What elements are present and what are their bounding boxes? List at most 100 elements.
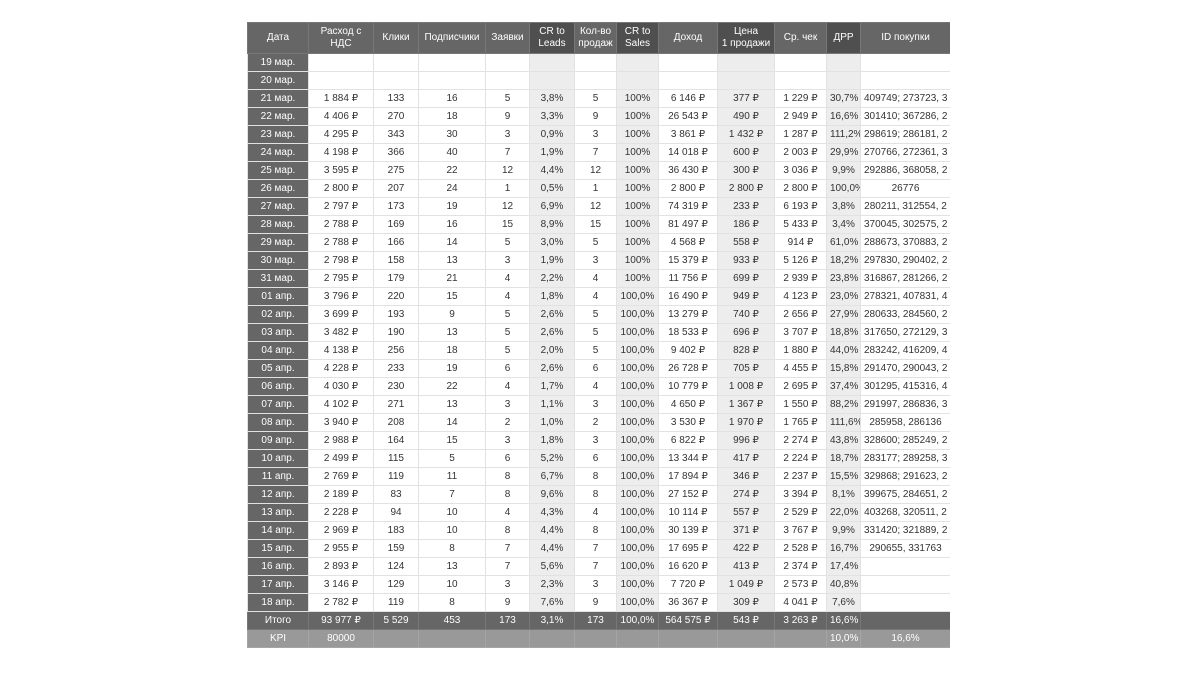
data-cell[interactable]: 6 bbox=[574, 449, 617, 468]
data-cell[interactable]: 2 939 ₽ bbox=[774, 269, 827, 288]
data-cell[interactable]: 4,4% bbox=[529, 161, 575, 180]
row-date-cell[interactable]: 16 апр. bbox=[247, 557, 309, 576]
data-cell[interactable] bbox=[826, 71, 861, 90]
data-cell[interactable]: 15,8% bbox=[826, 359, 861, 378]
row-date-cell[interactable]: 21 мар. bbox=[247, 89, 309, 108]
data-cell[interactable]: 100,0% bbox=[616, 341, 659, 360]
data-cell[interactable] bbox=[774, 71, 827, 90]
data-cell[interactable]: 100% bbox=[616, 197, 659, 216]
data-cell[interactable]: 7 bbox=[574, 143, 617, 162]
data-cell[interactable]: 13 bbox=[418, 557, 486, 576]
data-cell[interactable]: 933 ₽ bbox=[717, 251, 775, 270]
total-cell[interactable]: 173 bbox=[574, 611, 617, 630]
data-cell[interactable]: 100,0% bbox=[616, 449, 659, 468]
data-cell[interactable] bbox=[826, 53, 861, 72]
data-cell[interactable]: 2 237 ₽ bbox=[774, 467, 827, 486]
data-cell[interactable]: 3,0% bbox=[529, 233, 575, 252]
data-cell[interactable]: 3,8% bbox=[826, 197, 861, 216]
data-cell[interactable]: 3 394 ₽ bbox=[774, 485, 827, 504]
data-cell[interactable]: 100% bbox=[616, 125, 659, 144]
data-cell[interactable] bbox=[373, 71, 419, 90]
kpi-cell[interactable] bbox=[373, 629, 419, 648]
data-cell[interactable]: 14 bbox=[418, 233, 486, 252]
purchase-ids-cell[interactable]: 292886, 368058, 2 bbox=[860, 161, 950, 180]
data-cell[interactable]: 8 bbox=[574, 521, 617, 540]
data-cell[interactable]: 16 490 ₽ bbox=[658, 287, 718, 306]
data-cell[interactable]: 5 bbox=[485, 341, 530, 360]
data-cell[interactable]: 3 036 ₽ bbox=[774, 161, 827, 180]
total-cell[interactable]: 3 263 ₽ bbox=[774, 611, 827, 630]
data-cell[interactable]: 8 bbox=[574, 485, 617, 504]
data-cell[interactable]: 1 367 ₽ bbox=[717, 395, 775, 414]
data-cell[interactable]: 16 620 ₽ bbox=[658, 557, 718, 576]
kpi-cell[interactable] bbox=[574, 629, 617, 648]
data-cell[interactable]: 159 bbox=[373, 539, 419, 558]
data-cell[interactable]: 6 822 ₽ bbox=[658, 431, 718, 450]
data-cell[interactable]: 10 bbox=[418, 575, 486, 594]
data-cell[interactable]: 256 bbox=[373, 341, 419, 360]
data-cell[interactable]: 4 bbox=[485, 503, 530, 522]
data-cell[interactable]: 5 bbox=[574, 341, 617, 360]
data-cell[interactable]: 100,0% bbox=[616, 539, 659, 558]
data-cell[interactable]: 5 bbox=[485, 233, 530, 252]
data-cell[interactable]: 4 bbox=[574, 269, 617, 288]
data-cell[interactable]: 2,2% bbox=[529, 269, 575, 288]
data-cell[interactable]: 1,1% bbox=[529, 395, 575, 414]
row-date-cell[interactable]: 04 апр. bbox=[247, 341, 309, 360]
purchase-ids-cell[interactable]: 409749; 273723, 3 bbox=[860, 89, 950, 108]
row-date-cell[interactable]: 27 мар. bbox=[247, 197, 309, 216]
row-date-cell[interactable]: 13 апр. bbox=[247, 503, 309, 522]
data-cell[interactable]: 1 884 ₽ bbox=[308, 89, 374, 108]
data-cell[interactable]: 8 bbox=[418, 593, 486, 612]
data-cell[interactable]: 11 756 ₽ bbox=[658, 269, 718, 288]
data-cell[interactable]: 7 bbox=[418, 485, 486, 504]
data-cell[interactable]: 696 ₽ bbox=[717, 323, 775, 342]
data-cell[interactable]: 100,0% bbox=[616, 359, 659, 378]
data-cell[interactable]: 1,7% bbox=[529, 377, 575, 396]
data-cell[interactable]: 133 bbox=[373, 89, 419, 108]
data-cell[interactable]: 111,6% bbox=[826, 413, 861, 432]
data-cell[interactable]: 2 374 ₽ bbox=[774, 557, 827, 576]
row-date-cell[interactable]: 12 апр. bbox=[247, 485, 309, 504]
data-cell[interactable]: 179 bbox=[373, 269, 419, 288]
row-date-cell[interactable]: 03 апр. bbox=[247, 323, 309, 342]
row-date-cell[interactable]: 31 мар. bbox=[247, 269, 309, 288]
data-cell[interactable] bbox=[529, 71, 575, 90]
data-cell[interactable]: 4 138 ₽ bbox=[308, 341, 374, 360]
row-date-cell[interactable]: 07 апр. bbox=[247, 395, 309, 414]
data-cell[interactable]: 4 102 ₽ bbox=[308, 395, 374, 414]
kpi-cell[interactable]: 16,6% bbox=[860, 629, 950, 648]
data-cell[interactable]: 2 003 ₽ bbox=[774, 143, 827, 162]
data-cell[interactable]: 3 707 ₽ bbox=[774, 323, 827, 342]
data-cell[interactable]: 5 126 ₽ bbox=[774, 251, 827, 270]
data-cell[interactable]: 3,8% bbox=[529, 89, 575, 108]
purchase-ids-cell[interactable]: 399675, 284651, 2 bbox=[860, 485, 950, 504]
data-cell[interactable]: 100% bbox=[616, 269, 659, 288]
data-cell[interactable]: 208 bbox=[373, 413, 419, 432]
data-cell[interactable]: 4 bbox=[574, 377, 617, 396]
row-date-cell[interactable]: 01 апр. bbox=[247, 287, 309, 306]
data-cell[interactable]: 27,9% bbox=[826, 305, 861, 324]
data-cell[interactable]: 15 bbox=[485, 215, 530, 234]
data-cell[interactable]: 2 189 ₽ bbox=[308, 485, 374, 504]
data-cell[interactable]: 27 152 ₽ bbox=[658, 485, 718, 504]
data-cell[interactable]: 4 bbox=[485, 377, 530, 396]
data-cell[interactable]: 100,0% bbox=[616, 395, 659, 414]
data-cell[interactable]: 3 796 ₽ bbox=[308, 287, 374, 306]
data-cell[interactable]: 16 bbox=[418, 89, 486, 108]
row-date-cell[interactable]: 28 мар. bbox=[247, 215, 309, 234]
data-cell[interactable]: 13 bbox=[418, 395, 486, 414]
data-cell[interactable] bbox=[418, 71, 486, 90]
data-cell[interactable]: 8 bbox=[485, 467, 530, 486]
data-cell[interactable]: 3 bbox=[485, 395, 530, 414]
data-cell[interactable]: 11 bbox=[418, 467, 486, 486]
data-cell[interactable] bbox=[658, 53, 718, 72]
data-cell[interactable]: 3 530 ₽ bbox=[658, 413, 718, 432]
kpi-cell[interactable]: 10,0% bbox=[826, 629, 861, 648]
row-date-cell[interactable]: 17 апр. bbox=[247, 575, 309, 594]
data-cell[interactable]: 5 bbox=[485, 323, 530, 342]
total-cell[interactable]: 453 bbox=[418, 611, 486, 630]
data-cell[interactable]: 557 ₽ bbox=[717, 503, 775, 522]
data-cell[interactable]: 19 bbox=[418, 359, 486, 378]
header-spend[interactable]: Расход с НДС bbox=[308, 22, 374, 54]
